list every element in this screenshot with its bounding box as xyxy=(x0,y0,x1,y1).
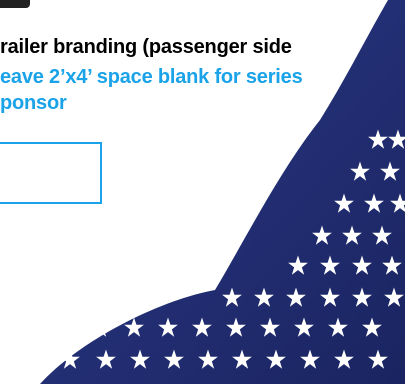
sponsor-note-line-1: eave 2’x4’ space blank for series xyxy=(0,66,303,88)
heading-text: railer branding (passenger side xyxy=(0,36,292,58)
top-edge-fragment xyxy=(0,0,30,8)
sponsor-note: eave 2’x4’ space blank for series ponsor xyxy=(0,64,405,116)
sponsor-placeholder-box xyxy=(0,142,102,204)
sponsor-note-line-2: ponsor xyxy=(0,92,67,114)
branding-slide: railer branding (passenger side eave 2’x… xyxy=(0,0,405,384)
